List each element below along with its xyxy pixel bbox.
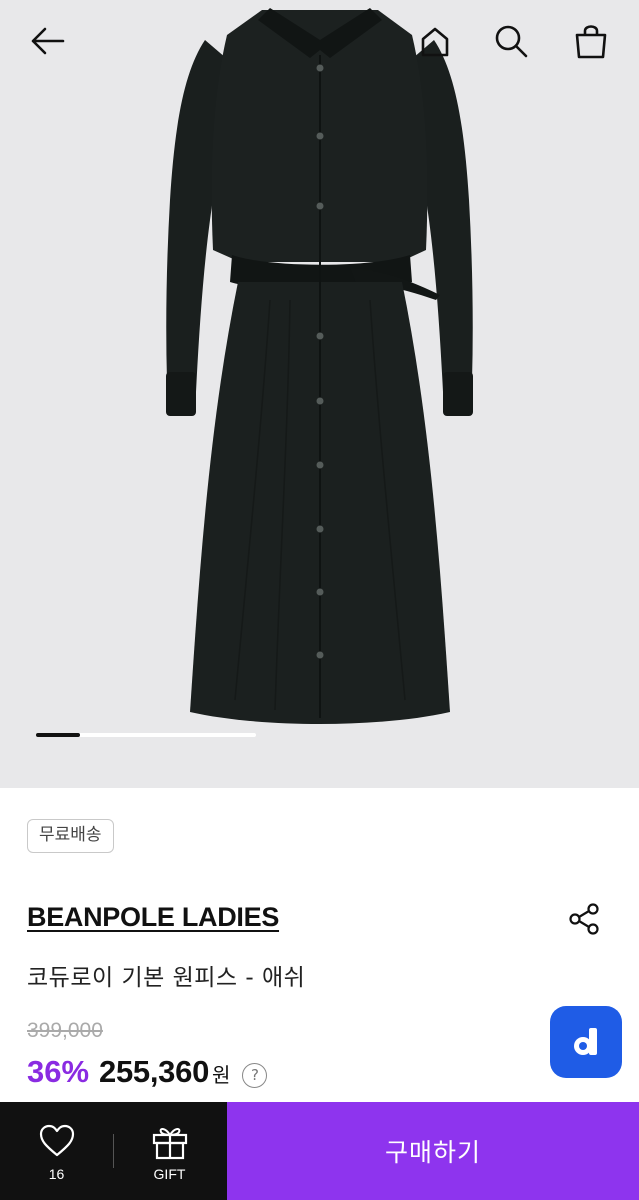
gift-label: GIFT: [153, 1166, 186, 1182]
top-navigation-bar: [0, 0, 639, 84]
bottom-left-actions: 16 GIFT: [0, 1102, 227, 1200]
search-button[interactable]: [488, 18, 534, 64]
cart-button[interactable]: [568, 18, 614, 64]
product-image-gallery[interactable]: [0, 0, 639, 788]
arrow-left-icon: [31, 27, 65, 55]
sale-price: 255,360: [99, 1054, 210, 1089]
like-count: 16: [48, 1166, 65, 1182]
home-button[interactable]: [412, 18, 458, 64]
share-icon: [569, 903, 599, 935]
back-button[interactable]: [24, 18, 70, 64]
product-image: [166, 8, 473, 724]
gallery-progress-bar: [36, 733, 256, 737]
d-logo-icon: [574, 1028, 597, 1055]
gift-icon: [152, 1128, 187, 1160]
shopping-bag-icon: [575, 25, 607, 59]
gallery-progress-fill: [36, 733, 80, 737]
floating-app-logo-button[interactable]: [550, 1006, 622, 1078]
product-title: 코듀로이 기본 원피스 - 애쉬: [27, 965, 306, 991]
search-icon: [495, 25, 528, 58]
like-button[interactable]: 16: [0, 1102, 113, 1200]
gift-button[interactable]: GIFT: [113, 1102, 226, 1200]
discount-rate: 36%: [27, 1054, 90, 1089]
home-icon: [421, 27, 449, 57]
bottom-action-bar: 16 GIFT 구매하기: [0, 1102, 639, 1200]
price-help-icon[interactable]: ?: [242, 1062, 268, 1088]
share-button[interactable]: [563, 898, 605, 940]
currency-unit: 원: [212, 1063, 231, 1087]
buy-button[interactable]: 구매하기: [227, 1102, 639, 1200]
heart-icon: [39, 1124, 74, 1157]
original-price: 399,000: [27, 1019, 103, 1042]
free-shipping-badge: 무료배송: [27, 819, 114, 853]
price-row: 36% 255,360 원 ?: [27, 1054, 268, 1098]
brand-name-link[interactable]: BEANPOLE LADIES: [27, 902, 279, 933]
